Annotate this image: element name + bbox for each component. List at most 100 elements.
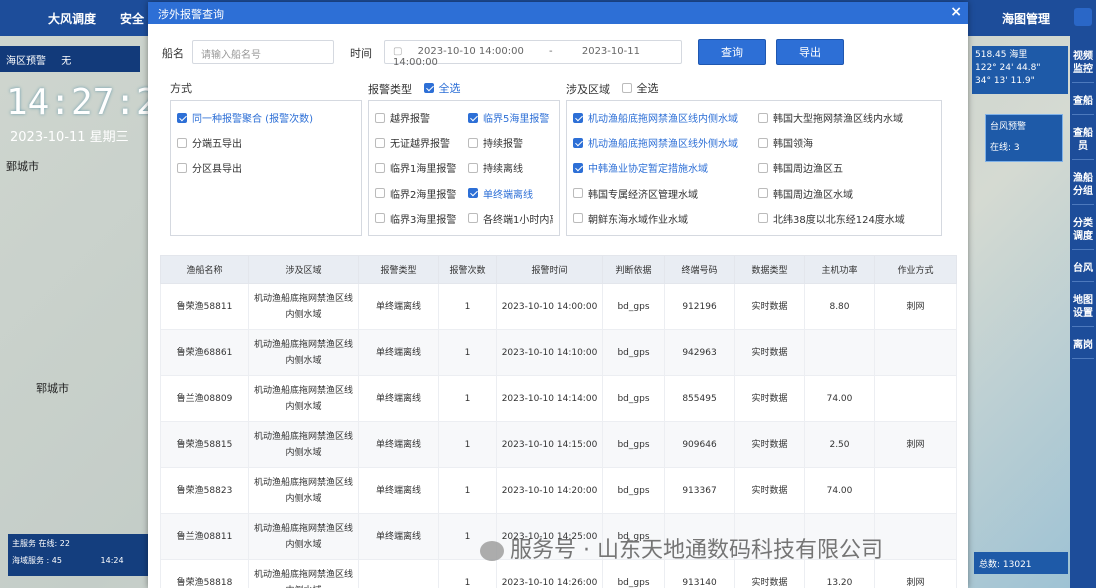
area-option[interactable]: 韩国专属经济区管理水域 xyxy=(573,181,750,206)
alarm-type-options: 越界报警 临界5海里报警 无证越界报警 持续报警 临界1海里报警 持续离线 临界… xyxy=(368,100,560,236)
method-option[interactable]: 分区县导出 xyxy=(177,155,355,180)
rail-category-dispatch[interactable]: 分类调度 xyxy=(1072,217,1094,250)
nav-chart-management[interactable]: 海图管理 xyxy=(1002,10,1050,27)
area-option[interactable]: 机动渔船底拖网禁渔区线内侧水域 xyxy=(573,105,750,130)
option-label: 朝鲜东海水域作业水域 xyxy=(588,214,688,226)
area-option[interactable]: 韩国周边渔区水域 xyxy=(758,181,935,206)
rail-typhoon[interactable]: 台风 xyxy=(1072,262,1094,282)
checkbox[interactable] xyxy=(375,213,385,224)
info-card-title: 台风预警 xyxy=(990,122,1027,132)
rail-search-crew[interactable]: 查船员 xyxy=(1072,127,1094,160)
option-label: 分区县导出 xyxy=(192,164,242,175)
alarm-type-option[interactable]: 单终端离线 xyxy=(468,181,553,206)
option-label: 韩国专属经济区管理水域 xyxy=(588,189,698,201)
checkbox[interactable] xyxy=(375,162,385,173)
option-label: 持续报警 xyxy=(483,139,523,151)
checkbox[interactable] xyxy=(468,112,478,123)
area-option[interactable]: 韩国大型拖网禁渔区线内水域 xyxy=(758,105,935,130)
table-cell: 74.00 xyxy=(804,375,875,422)
area-option[interactable]: 韩国领海 xyxy=(758,130,935,155)
checkbox[interactable] xyxy=(573,162,583,173)
query-button[interactable]: 查询 xyxy=(698,39,766,65)
rail-search-ship[interactable]: 查船 xyxy=(1072,95,1094,115)
checkbox[interactable] xyxy=(758,188,768,199)
checkbox[interactable] xyxy=(468,213,478,224)
ship-name-input[interactable]: 请输入船名号 xyxy=(192,40,334,64)
table-row[interactable]: 鲁荣渔68861 机动渔船底拖网禁渔区线内侧水域 单终端离线 1 2023-10-10 … xyxy=(160,329,957,376)
user-icon[interactable] xyxy=(1074,8,1092,26)
table-cell: 刺网 xyxy=(874,421,957,468)
checkbox[interactable] xyxy=(573,213,583,224)
area-option[interactable]: 机动渔船底拖网禁渔区线外侧水域 xyxy=(573,130,750,155)
checkbox[interactable] xyxy=(573,137,583,148)
method-option[interactable]: 同一种报警聚合 (报警次数) xyxy=(177,105,355,130)
table-row[interactable]: 鲁荣渔58823 机动渔船底拖网禁渔区线内侧水域 单终端离线 1 2023-10-10 … xyxy=(160,467,957,514)
option-label: 临界3海里报警 xyxy=(390,214,457,226)
table-row[interactable]: 鲁兰渔08809 机动渔船底拖网禁渔区线内侧水域 单终端离线 1 2023-10-10 … xyxy=(160,375,957,422)
checkbox[interactable] xyxy=(758,112,768,123)
checkbox[interactable] xyxy=(423,83,434,93)
table-cell xyxy=(874,513,957,560)
table-cell: 机动渔船底拖网禁渔区线内侧水域 xyxy=(248,559,359,588)
table-row[interactable]: 鲁荣渔58815 机动渔船底拖网禁渔区线内侧水域 单终端离线 1 2023-10-10 … xyxy=(160,421,957,468)
dialog-title-bar[interactable]: 涉外报警查询 × xyxy=(148,2,968,24)
rail-ship-group[interactable]: 渔船分组 xyxy=(1072,172,1094,205)
table-cell: bd_gps xyxy=(602,467,665,514)
table-cell xyxy=(874,329,957,376)
nav-wind-dispatch[interactable]: 大风调度 xyxy=(48,10,96,27)
table-cell: 实时数据 xyxy=(734,283,805,330)
checkbox[interactable] xyxy=(468,162,478,173)
alarm-type-option[interactable]: 临界3海里报警 xyxy=(375,206,460,231)
checkbox[interactable] xyxy=(758,137,768,148)
alarm-type-option[interactable]: 持续报警 xyxy=(468,130,553,155)
column-header: 数据类型 xyxy=(734,255,805,284)
alarm-type-option[interactable]: 临界1海里报警 xyxy=(375,155,460,180)
export-button[interactable]: 导出 xyxy=(776,39,844,65)
close-icon[interactable]: × xyxy=(950,4,962,20)
checkbox[interactable] xyxy=(468,137,478,148)
checkbox[interactable] xyxy=(177,112,187,123)
area-select-all[interactable]: 全选 xyxy=(621,80,659,96)
checkbox[interactable] xyxy=(375,137,385,148)
table-cell: 2023-10-10 14:20:00 xyxy=(496,467,603,514)
latitude-readout: 34° 13' 11.9" xyxy=(975,76,1035,86)
table-cell: 刺网 xyxy=(874,559,957,588)
area-option[interactable]: 韩国周边渔区五 xyxy=(758,155,935,180)
rail-video-monitor[interactable]: 视频监控 xyxy=(1072,50,1094,83)
time-range-picker[interactable]: ▢ 2023-10-10 14:00:00 - 2023-10-11 14:00… xyxy=(384,40,682,68)
alarm-type-option[interactable]: 无证越界报警 xyxy=(375,130,460,155)
area-option[interactable]: 中韩渔业协定暂定措施水域 xyxy=(573,155,750,180)
checkbox[interactable] xyxy=(573,112,583,123)
table-row[interactable]: 鲁荣渔58811 机动渔船底拖网禁渔区线内侧水域 单终端离线 1 2023-10-10 … xyxy=(160,283,957,330)
alarm-type-option[interactable]: 持续离线 xyxy=(468,155,553,180)
alarm-type-option[interactable]: 各终端1小时内离 xyxy=(468,206,553,231)
alarm-type-option[interactable]: 临界2海里报警 xyxy=(375,181,460,206)
checkbox[interactable] xyxy=(177,137,187,148)
table-cell: 实时数据 xyxy=(734,375,805,422)
area-option[interactable]: 北纬38度以北东经124度水域 xyxy=(758,206,935,231)
table-cell xyxy=(874,467,957,514)
area-option[interactable]: 朝鲜东海水域作业水域 xyxy=(573,206,750,231)
area-group: 涉及区域 全选 机动渔船底拖网禁渔区线内侧水域 韩国大型拖网禁渔区线内水域 机动… xyxy=(566,80,942,236)
area-title: 涉及区域 xyxy=(566,83,610,96)
checkbox[interactable] xyxy=(375,112,385,123)
checkbox[interactable] xyxy=(758,213,768,224)
alarm-type-option[interactable]: 越界报警 xyxy=(375,105,460,130)
rail-offduty[interactable]: 离岗 xyxy=(1072,339,1094,359)
checkbox[interactable] xyxy=(177,162,187,173)
checkbox[interactable] xyxy=(573,188,583,199)
option-label: 韩国领海 xyxy=(773,139,813,151)
typhoon-info-card[interactable]: 台风预警 在线: 3 xyxy=(985,114,1063,162)
method-option[interactable]: 分端五导出 xyxy=(177,130,355,155)
checkbox[interactable] xyxy=(621,83,632,93)
alarm-type-option[interactable]: 临界5海里报警 xyxy=(468,105,553,130)
rail-map-settings[interactable]: 地图设置 xyxy=(1072,294,1094,327)
checkbox[interactable] xyxy=(375,188,385,199)
table-cell: 鲁兰渔08811 xyxy=(160,513,249,560)
checkbox[interactable] xyxy=(758,162,768,173)
nav-safety[interactable]: 安全 xyxy=(120,10,144,27)
status-value: 在线: 22 xyxy=(38,539,70,548)
table-cell: 74.00 xyxy=(804,467,875,514)
checkbox[interactable] xyxy=(468,188,478,199)
alarm-type-select-all[interactable]: 全选 xyxy=(423,80,461,96)
